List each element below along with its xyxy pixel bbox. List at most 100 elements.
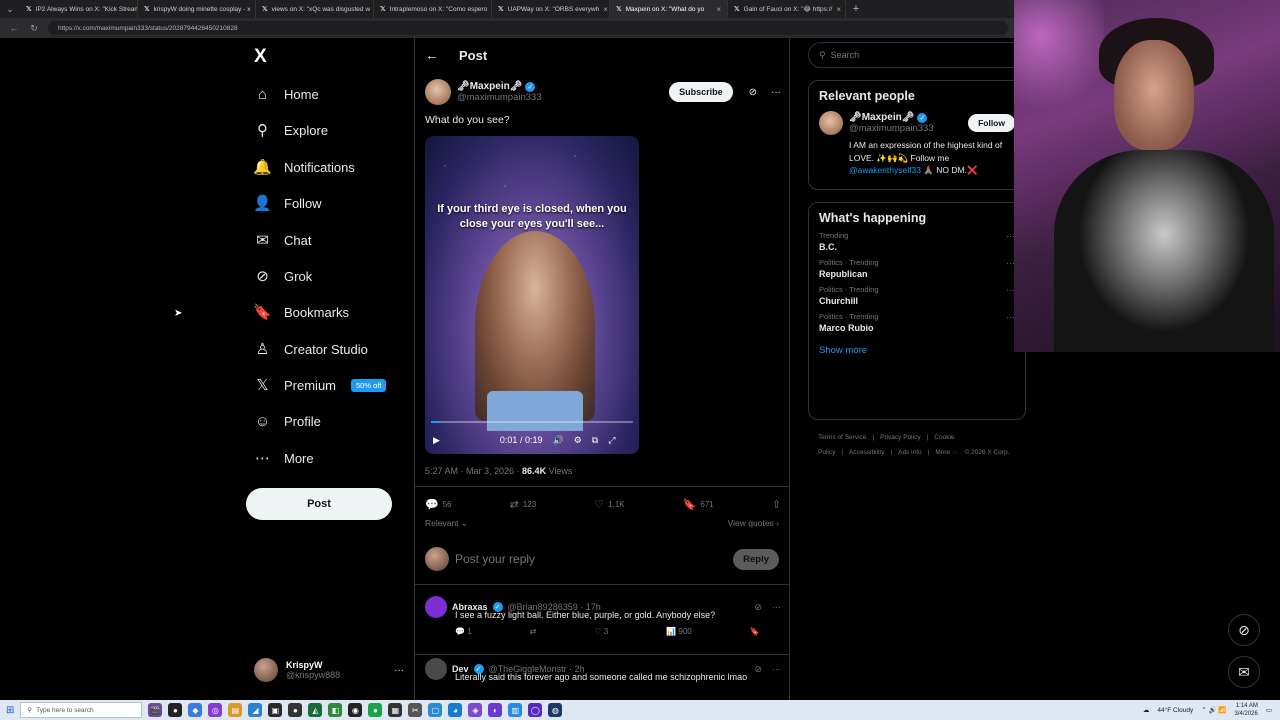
browser-tab[interactable]: 𝕏IP2 Always Wins on X: "Kick Stream× <box>20 0 138 18</box>
app-icon[interactable]: ● <box>168 703 183 717</box>
browser-tab[interactable]: 𝕏 UAPWay on X: "ORBS everywh × <box>492 0 610 18</box>
app-icon[interactable]: ◆ <box>188 703 203 717</box>
volume-icon[interactable]: 🔊 <box>552 435 563 446</box>
close-icon[interactable]: × <box>836 5 841 14</box>
browser-tab[interactable]: 𝕏krispyW doing minette cosplay - x× <box>138 0 256 18</box>
nav-item-follow[interactable]: 👤 Follow <box>253 191 321 215</box>
trend-item[interactable]: Politics · Trending Marco Rubio ··· <box>809 306 1025 333</box>
back-arrow-icon[interactable]: ← <box>425 47 439 63</box>
footer-link[interactable]: Accessibility <box>849 449 884 456</box>
search-input[interactable]: ⚲ Search <box>808 42 1026 68</box>
relevant-person-row[interactable]: 🗝Maxpein🗝 ✓ @maximumpain333 Follow <box>809 103 1025 135</box>
author-handle[interactable]: @maximumpain333 <box>457 92 542 103</box>
nav-item-bookmarks[interactable]: 🔖 Bookmarks <box>253 300 349 324</box>
app-icon[interactable]: ◉ <box>348 703 363 717</box>
subscribe-button[interactable]: Subscribe <box>669 82 733 102</box>
steam-icon[interactable]: ◍ <box>548 703 563 717</box>
nav-item-notifications[interactable]: 🔔 Notifications <box>253 155 355 179</box>
person-name-row[interactable]: 🗝Maxpein🗝 ✓ <box>849 112 934 123</box>
bookmark-action[interactable]: 🔖 671 <box>683 498 714 511</box>
url-field[interactable]: https://x.com/maximumpain333/status/2028… <box>48 21 1008 35</box>
messages-float-button[interactable]: ✉ <box>1228 656 1260 688</box>
avatar[interactable] <box>819 111 843 135</box>
reply-input[interactable]: Post your reply <box>455 552 535 566</box>
app-icon[interactable]: ● <box>368 703 383 717</box>
footer-link[interactable]: Terms of Service <box>818 434 866 441</box>
footer-link[interactable]: © 2026 X Corp. <box>964 449 1009 456</box>
weather-text[interactable]: 44°F Cloudy <box>1157 707 1193 714</box>
trend-item[interactable]: Trending B.C. ··· <box>809 225 1025 252</box>
tab-search-icon[interactable]: ⌄ <box>0 0 20 18</box>
pip-icon[interactable]: ⧉ <box>592 435 598 446</box>
footer-link[interactable]: Ads info <box>898 449 922 456</box>
app-icon[interactable]: ● <box>288 703 303 717</box>
back-icon[interactable]: ← <box>8 23 20 33</box>
app-icon[interactable]: ◢ <box>248 703 263 717</box>
follow-button[interactable]: Follow <box>968 114 1015 132</box>
app-icon[interactable]: ◎ <box>208 703 223 717</box>
app-icon[interactable]: ◯ <box>528 703 543 717</box>
post-timestamp[interactable]: 5:27 AM · Mar 3, 2026 · <box>425 466 522 476</box>
nav-item-profile[interactable]: ☺ Profile <box>254 409 321 433</box>
app-icon[interactable]: ✂ <box>408 703 423 717</box>
person-name[interactable]: 🗝Maxpein🗝 <box>849 112 914 123</box>
browser-tab[interactable]: 𝕏 Maxpein on X: "What do yo × <box>610 0 728 18</box>
nav-item-explore[interactable]: ⚲ Explore <box>254 118 328 142</box>
browser-tab[interactable]: 𝕏 Gain of Fauci on X: "😂 https://× <box>728 0 846 18</box>
more-options-icon[interactable]: ··· <box>772 664 781 675</box>
taskbar-search-input[interactable]: ⚲ Type here to search <box>20 702 143 718</box>
grok-icon[interactable]: ⊘ <box>754 664 762 675</box>
app-icon[interactable]: ▣ <box>268 703 283 717</box>
app-icon[interactable]: ▥ <box>508 703 523 717</box>
footer-link[interactable]: Privacy Policy <box>880 434 920 441</box>
account-switcher[interactable]: KrispyW @krispyw888 ··· <box>254 656 404 684</box>
person-handle[interactable]: @maximumpain333 <box>849 123 934 134</box>
more-options-icon[interactable]: ··· <box>771 87 781 98</box>
browser-tab[interactable]: 𝕏Intraplemoso on X: "Como espero× <box>374 0 492 18</box>
tray-icons[interactable]: ⌃ 🔊 📶 <box>1201 706 1226 714</box>
repost-icon[interactable]: ⇄ <box>530 627 537 636</box>
like-action[interactable]: ♡ 1.1K <box>594 498 624 511</box>
reply-action[interactable]: 💬 56 <box>425 498 452 511</box>
video-progress-bar[interactable] <box>431 421 633 423</box>
clock[interactable]: 1:14 AM 3/4/2026 <box>1234 702 1257 718</box>
view-quotes-link[interactable]: View quotes › <box>728 518 779 532</box>
close-icon[interactable]: × <box>603 5 608 14</box>
author-name-row[interactable]: 🗝Maxpein🗝 ✓ <box>457 81 542 92</box>
new-tab-button[interactable]: + <box>846 3 866 15</box>
bio-link[interactable]: @awakenthyself33 <box>849 165 921 175</box>
app-icon[interactable]: ◭ <box>308 703 323 717</box>
app-icon[interactable]: ▦ <box>388 703 403 717</box>
footer-link[interactable]: More ··· <box>935 449 958 456</box>
reply-item[interactable]: Dev ✓ @TheGiggleMonstr · 2h ⊘ ··· Literal… <box>425 658 781 682</box>
weather-icon[interactable]: ☁ <box>1143 706 1150 714</box>
fullscreen-icon[interactable]: ⤢ <box>608 435 615 446</box>
browser-tab[interactable]: 𝕏views on X: "xQc was disgusted w× <box>256 0 374 18</box>
author-name[interactable]: 🗝Maxpein🗝 <box>457 81 522 92</box>
settings-gear-icon[interactable]: ⚙ <box>574 435 582 446</box>
author-avatar[interactable] <box>425 79 451 105</box>
app-icon[interactable]: ◈ <box>468 703 483 717</box>
trend-item[interactable]: Politics · Trending Churchill ··· <box>809 279 1025 306</box>
reply-avatar[interactable] <box>425 658 447 680</box>
views-action[interactable]: 📊 900 <box>666 627 692 636</box>
share-action[interactable]: ⇧ <box>772 498 781 511</box>
nav-item-grok[interactable]: ⊘ Grok <box>254 264 312 288</box>
x-logo-icon[interactable]: X <box>254 46 267 68</box>
grok-icon[interactable]: ⊘ <box>749 87 757 98</box>
windows-start-icon[interactable]: ⊞ <box>6 705 14 716</box>
trend-item[interactable]: Politics · Trending Republican ··· <box>809 252 1025 279</box>
show-more-link[interactable]: Show more <box>809 333 1025 366</box>
clapper-app-icon[interactable]: 🎬 <box>148 703 163 717</box>
more-icon[interactable]: ··· <box>394 665 404 676</box>
nav-item-chat[interactable]: ✉ Chat <box>254 228 311 252</box>
nav-item-home[interactable]: ⌂ Home <box>254 82 319 106</box>
browser-icon[interactable]: ◕ <box>448 703 463 717</box>
reload-icon[interactable]: ↻ <box>28 23 40 34</box>
like-action[interactable]: ♡ 3 <box>594 627 608 636</box>
play-icon[interactable]: ▶ <box>433 435 440 446</box>
app-icon[interactable]: ◐ <box>488 703 503 717</box>
reply-avatar[interactable] <box>425 596 447 618</box>
reply-action[interactable]: 💬 1 <box>455 627 472 636</box>
post-button[interactable]: Post <box>246 488 392 520</box>
